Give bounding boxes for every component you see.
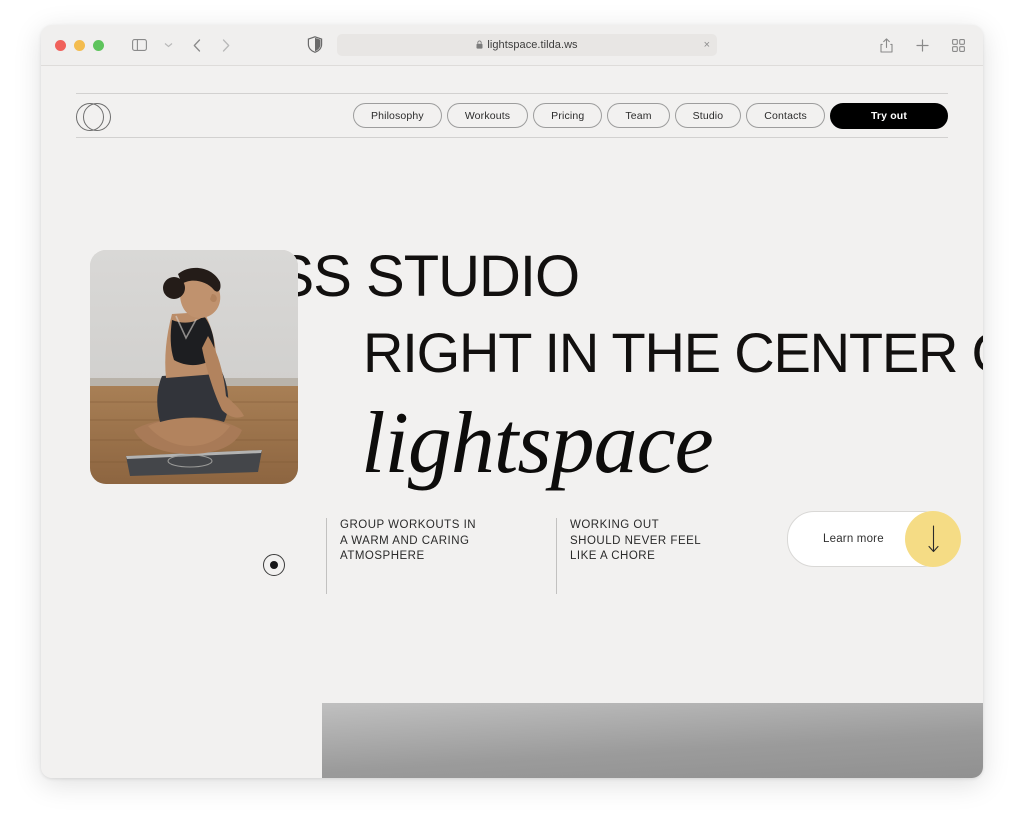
minimize-window-button[interactable] — [74, 39, 85, 51]
site-navigation: Philosophy Workouts Pricing Team Studio … — [76, 93, 948, 138]
share-icon[interactable] — [873, 33, 899, 57]
nav-item-pricing[interactable]: Pricing — [533, 103, 603, 128]
hero-headline-line2: RIGHT IN THE CENTER OF LONDON — [363, 321, 983, 385]
url-bar[interactable]: lightspace.tilda.ws × — [337, 34, 717, 56]
learn-more-button[interactable]: Learn more — [787, 511, 961, 567]
feature-text-2-label: WORKING OUT SHOULD NEVER FEEL LIKE A CHO… — [570, 519, 702, 562]
tab-overview-icon[interactable] — [945, 33, 971, 57]
close-window-button[interactable] — [55, 39, 66, 51]
lock-icon — [476, 40, 483, 51]
feature-text-1-label: GROUP WORKOUTS IN A WARM AND CARING ATMO… — [340, 519, 477, 562]
toolbar-right-icons — [873, 33, 971, 57]
toolbar-nav-icons — [126, 33, 239, 57]
nav-item-team[interactable]: Team — [607, 103, 670, 128]
sidebar-icon[interactable] — [126, 33, 152, 57]
nav-links: Philosophy Workouts Pricing Team Studio … — [352, 102, 948, 129]
browser-toolbar: lightspace.tilda.ws × — [41, 25, 983, 66]
window-controls — [55, 39, 104, 51]
nav-item-philosophy[interactable]: Philosophy — [352, 103, 442, 128]
nav-item-workouts[interactable]: Workouts — [446, 103, 529, 128]
arrow-down-icon[interactable] — [905, 511, 961, 567]
scroll-indicator-dot — [263, 554, 285, 576]
hero-wordmark: lightspace — [361, 395, 714, 492]
shield-icon[interactable] — [307, 36, 325, 54]
feature-text-2: WORKING OUT SHOULD NEVER FEEL LIKE A CHO… — [556, 518, 701, 594]
url-text: lightspace.tilda.ws — [487, 39, 578, 51]
nav-item-studio[interactable]: Studio — [674, 103, 742, 128]
lightspace-logo-icon[interactable] — [76, 101, 111, 131]
nav-item-contacts[interactable]: Contacts — [746, 103, 825, 128]
hero-photo — [90, 250, 298, 484]
browser-window: lightspace.tilda.ws × Philosophy Workout… — [41, 25, 983, 778]
new-tab-icon[interactable] — [909, 33, 935, 57]
feature-text-1: GROUP WORKOUTS IN A WARM AND CARING ATMO… — [326, 518, 476, 594]
back-icon[interactable] — [184, 33, 210, 57]
try-out-button[interactable]: Try out — [829, 102, 948, 129]
learn-more-label: Learn more — [823, 533, 884, 545]
page-viewport: Philosophy Workouts Pricing Team Studio … — [41, 66, 983, 778]
forward-icon[interactable] — [213, 33, 239, 57]
lower-section-image — [322, 703, 983, 778]
stop-reload-icon[interactable]: × — [704, 39, 710, 51]
zoom-window-button[interactable] — [93, 39, 104, 51]
chevron-down-icon[interactable] — [155, 33, 181, 57]
